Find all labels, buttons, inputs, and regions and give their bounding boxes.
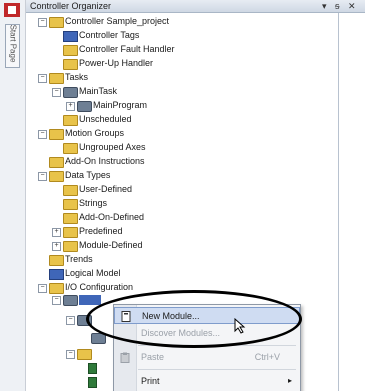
tree-item[interactable]: − bbox=[66, 347, 106, 360]
program-icon bbox=[77, 101, 92, 112]
folder-icon bbox=[63, 45, 78, 56]
folder-icon bbox=[49, 171, 64, 182]
pin-icon[interactable]: ᵴ bbox=[335, 0, 340, 12]
collapse-icon[interactable]: − bbox=[38, 18, 47, 27]
start-page-tab-label: Start Page bbox=[8, 24, 18, 63]
collapse-icon[interactable]: − bbox=[38, 74, 47, 83]
collapse-icon[interactable]: − bbox=[38, 284, 47, 293]
datatype-folder-icon bbox=[63, 199, 78, 210]
expand-icon[interactable]: + bbox=[52, 228, 61, 237]
dock-strip: Start Page bbox=[0, 0, 26, 391]
tags-icon bbox=[63, 31, 78, 42]
datatype-folder-icon bbox=[63, 241, 78, 252]
annotation-ellipse bbox=[86, 290, 302, 348]
collapse-icon[interactable]: − bbox=[66, 316, 75, 325]
folder-icon bbox=[63, 59, 78, 70]
datatype-folder-icon bbox=[63, 185, 78, 196]
folder-icon bbox=[49, 255, 64, 266]
folder-icon bbox=[49, 129, 64, 140]
menu-separator bbox=[138, 369, 296, 370]
folder-icon bbox=[49, 17, 64, 28]
mouse-cursor-icon bbox=[234, 318, 246, 334]
folder-icon bbox=[77, 349, 92, 360]
tree-item[interactable] bbox=[88, 375, 108, 388]
device-icon bbox=[88, 377, 97, 388]
datatype-folder-icon bbox=[63, 227, 78, 238]
collapse-icon[interactable]: − bbox=[38, 130, 47, 139]
tree-item[interactable] bbox=[88, 361, 108, 374]
menu-item-print[interactable]: Print ▸ bbox=[114, 373, 300, 390]
device-icon bbox=[88, 363, 97, 374]
paste-icon bbox=[120, 352, 130, 363]
title-bar: Controller Organizer ▾ ᵴ ✕ bbox=[26, 0, 365, 13]
collapse-icon[interactable]: − bbox=[52, 296, 61, 305]
submenu-arrow-icon: ▸ bbox=[287, 376, 292, 385]
controller-organizer-window: Start Page Controller Organizer ▾ ᵴ ✕ − … bbox=[0, 0, 365, 391]
tree-item-selected[interactable]: − bbox=[52, 293, 102, 306]
menu-item-paste[interactable]: Paste Ctrl+V bbox=[114, 349, 300, 366]
folder-icon bbox=[63, 115, 78, 126]
expand-icon[interactable]: + bbox=[66, 102, 75, 111]
close-icon[interactable]: ✕ bbox=[348, 0, 356, 12]
datatype-folder-icon bbox=[63, 213, 78, 224]
folder-icon bbox=[49, 157, 64, 168]
task-icon bbox=[63, 87, 78, 98]
collapse-icon[interactable]: − bbox=[38, 172, 47, 181]
expand-icon[interactable]: + bbox=[52, 242, 61, 251]
logical-model-icon bbox=[49, 269, 64, 280]
folder-icon bbox=[63, 143, 78, 154]
selection-highlight bbox=[79, 295, 101, 305]
folder-icon bbox=[49, 73, 64, 84]
dropdown-icon[interactable]: ▾ bbox=[322, 0, 327, 12]
backplane-icon bbox=[63, 295, 78, 306]
shortcut-label: Ctrl+V bbox=[254, 352, 280, 362]
app-logo-icon bbox=[4, 3, 20, 17]
collapse-icon[interactable]: − bbox=[52, 88, 61, 97]
window-title: Controller Organizer bbox=[30, 1, 112, 11]
collapse-icon[interactable]: − bbox=[66, 350, 75, 359]
start-page-tab[interactable]: Start Page bbox=[5, 24, 20, 68]
